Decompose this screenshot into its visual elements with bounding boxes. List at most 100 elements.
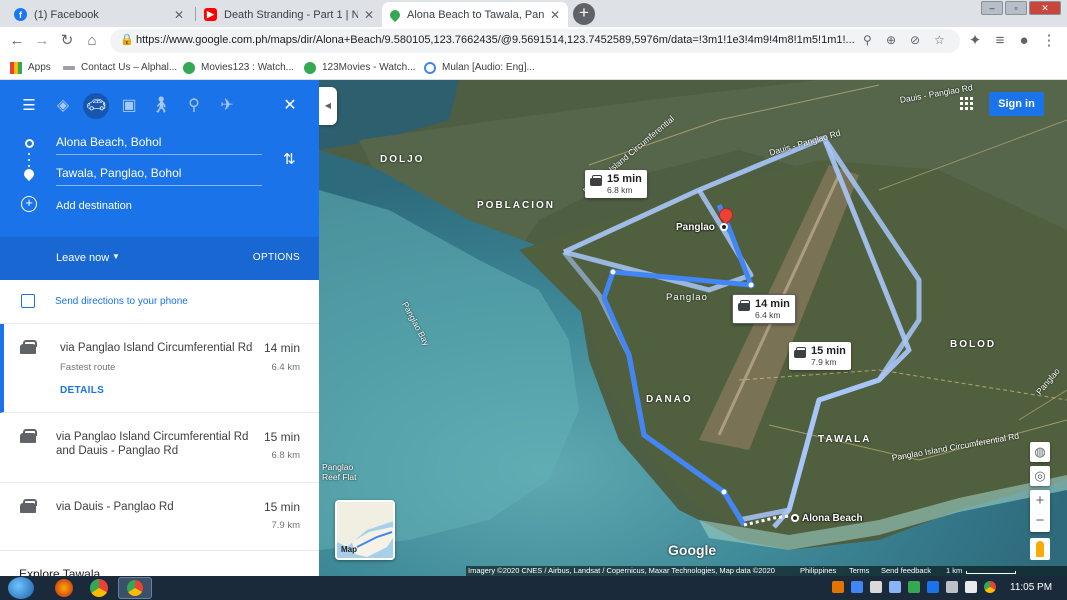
region-link[interactable]: Philippines (800, 566, 836, 576)
flag-icon[interactable] (870, 581, 882, 593)
tab-youtube[interactable]: ▶ Death Stranding - Part 1 | Norma ✕ (196, 2, 382, 27)
origin-place-label[interactable]: Alona Beach (802, 513, 863, 524)
best-route-icon[interactable]: ◈ (50, 93, 76, 119)
taskbar-clock[interactable]: 11:05 PM (1010, 582, 1052, 593)
sign-in-button[interactable]: Sign in (989, 92, 1044, 116)
menu-icon[interactable]: ⋮ (1040, 32, 1058, 50)
maximize-button[interactable]: ▫ (1005, 1, 1027, 15)
location-icon[interactable]: ⚲ (863, 33, 872, 47)
caret-down-icon[interactable]: ▼ (112, 252, 120, 261)
bookmark-apps[interactable]: Apps (10, 60, 51, 75)
reload-icon[interactable]: ↻ (58, 32, 76, 50)
tab-facebook[interactable]: f (1) Facebook ✕ (6, 2, 192, 27)
bookmark-label: Apps (28, 62, 51, 73)
swap-icon[interactable]: ⇅ (283, 150, 296, 168)
media-icon[interactable]: ≡ (991, 32, 1009, 50)
close-window-button[interactable]: ✕ (1029, 1, 1061, 15)
map-attribution-bar: Imagery ©2020 CNES / Airbus, Landsat / C… (466, 566, 1067, 576)
apps-grid-icon[interactable] (960, 97, 973, 110)
walking-icon[interactable]: 🚶︎ (148, 93, 174, 119)
start-button[interactable] (8, 577, 34, 599)
close-tab-icon[interactable]: ✕ (174, 8, 184, 22)
route-time-bubble[interactable]: 15 min 7.9 km (789, 342, 851, 370)
send-feedback-link[interactable]: Send feedback (881, 566, 931, 576)
bubble-distance: 7.9 km (811, 357, 837, 367)
chrome-tray-icon[interactable] (984, 581, 996, 593)
tab-google-maps[interactable]: Alona Beach to Tawala, Panglao ✕ (382, 2, 568, 27)
tray-app-icon[interactable] (851, 581, 863, 593)
route-time-bubble-selected[interactable]: 14 min 6.4 km (732, 294, 796, 324)
bluetooth-icon[interactable] (889, 581, 901, 593)
collapse-panel-button[interactable]: ◀ (319, 87, 337, 125)
route-time-bubble[interactable]: 15 min 6.8 km (585, 170, 647, 198)
bookmark-mulan[interactable]: Mulan [Audio: Eng]... (424, 60, 535, 75)
address-bar[interactable]: 🔒 https://www.google.com.ph/maps/dir/Alo… (110, 29, 960, 53)
volume-icon[interactable] (965, 581, 977, 593)
map-canvas[interactable]: ◀ DOLJO POBLACION DANAO TAWALA BOLOD Pan… (319, 80, 1067, 576)
forward-icon[interactable]: → (33, 32, 51, 50)
route-option[interactable]: via Panglao Island Circumferential Rd 14… (0, 324, 319, 413)
globe-icon[interactable]: ◍ (1030, 442, 1050, 462)
os-taskbar: 11:05 PM (0, 576, 1067, 600)
route-option[interactable]: via Dauis - Panglao Rd 15 min 7.9 km (0, 483, 319, 551)
chrome-icon[interactable] (90, 579, 108, 597)
route-distance: 7.9 km (271, 520, 300, 531)
add-icon[interactable]: ⊕ (886, 33, 896, 47)
minimize-button[interactable]: – (981, 1, 1003, 15)
home-icon[interactable]: ⌂ (83, 32, 101, 50)
tray-app-icon[interactable] (832, 581, 844, 593)
destination-field[interactable]: Tawala, Panglao, Bohol (56, 162, 262, 186)
my-location-icon[interactable]: ◎ (1030, 466, 1050, 486)
minimap-label: Map (341, 545, 357, 554)
close-directions-icon[interactable]: ✕ (277, 93, 303, 119)
leave-now-dropdown[interactable]: Leave now (56, 252, 109, 264)
profile-icon[interactable]: ● (1015, 32, 1033, 50)
new-tab-button[interactable]: + (573, 3, 595, 25)
route-time: 15 min (263, 430, 300, 444)
origin-field[interactable]: Alona Beach, Bohol (56, 131, 262, 155)
area-label-poblacion: POBLACION (477, 200, 555, 211)
zoom-in-button[interactable]: + (1030, 490, 1050, 511)
origin-dot-icon[interactable] (791, 514, 799, 522)
zoom-out-button[interactable]: − (1030, 511, 1050, 532)
bookmark-movies123[interactable]: Movies123 : Watch... (183, 60, 294, 75)
eye-off-icon[interactable]: ⊘ (910, 33, 920, 47)
area-label-doljo: DOLJO (380, 154, 425, 165)
origin-circle-icon (25, 139, 34, 148)
map-layer-toggle[interactable]: Map (335, 500, 395, 560)
destination-place-label[interactable]: Panglao (676, 222, 715, 233)
close-tab-icon[interactable]: ✕ (550, 8, 560, 22)
movies-icon (183, 61, 195, 74)
bookmark-star-icon[interactable]: ☆ (934, 33, 945, 47)
route-option[interactable]: via Panglao Island Circumferential Rd an… (0, 413, 319, 483)
add-icon[interactable]: + (21, 196, 37, 212)
network-icon[interactable] (946, 581, 958, 593)
transit-icon[interactable]: ▣ (116, 93, 142, 119)
tray-app-icon[interactable] (908, 581, 920, 593)
terms-link[interactable]: Terms (849, 566, 869, 576)
close-tab-icon[interactable]: ✕ (364, 8, 374, 22)
options-button[interactable]: OPTIONS (253, 252, 300, 263)
route-note: Fastest route (60, 362, 116, 373)
driving-icon[interactable]: 🚗︎ (83, 93, 109, 119)
back-icon[interactable]: ← (8, 32, 26, 50)
car-icon (590, 175, 602, 186)
destination-dot-icon[interactable] (720, 223, 728, 231)
active-app-button[interactable] (118, 577, 152, 599)
cycling-icon[interactable]: ⚲ (181, 93, 207, 119)
tray-app-icon[interactable] (927, 581, 939, 593)
bookmark-contact[interactable]: Contact Us – Alphal... (63, 60, 177, 75)
car-icon (20, 429, 37, 443)
send-to-phone-link[interactable]: Send directions to your phone (55, 296, 188, 307)
extensions-icon[interactable]: ✦ (966, 32, 984, 50)
travel-modes: ☰ ◈ 🚗︎ ▣ 🚶︎ ⚲ ✈︎ ✕ (0, 90, 319, 120)
flight-icon[interactable]: ✈︎ (214, 93, 240, 119)
area-label-danao: DANAO (646, 394, 693, 405)
menu-hamburger-icon[interactable]: ☰ (16, 93, 42, 119)
street-view-pegman-icon[interactable] (1030, 538, 1050, 560)
bookmark-123movies[interactable]: 123Movies - Watch... (304, 60, 416, 75)
add-destination-button[interactable]: Add destination (56, 200, 132, 212)
firefox-icon[interactable] (55, 579, 73, 597)
details-link[interactable]: DETAILS (60, 385, 104, 396)
send-to-phone-row[interactable]: Send directions to your phone (0, 280, 319, 324)
